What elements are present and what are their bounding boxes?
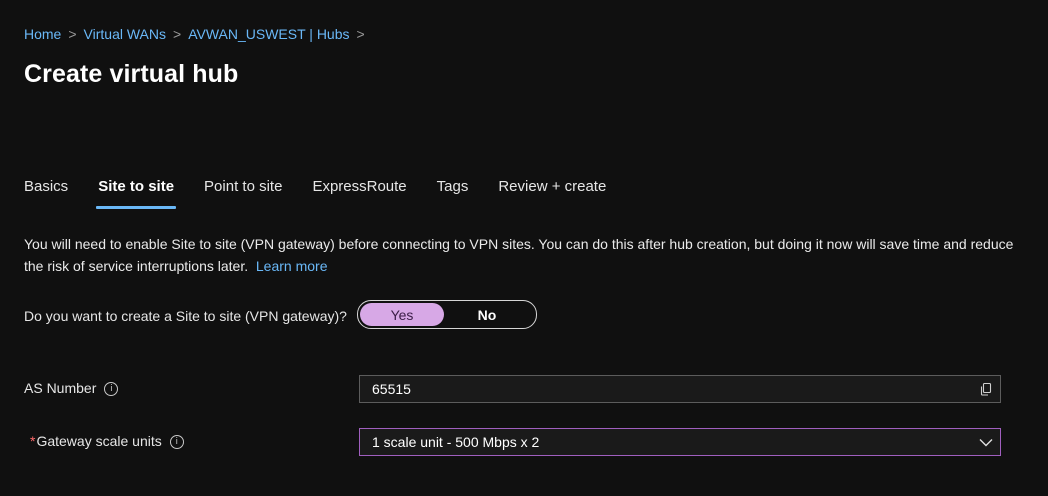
scale-units-label: * Gateway scale units i — [30, 432, 184, 451]
as-number-label-text: AS Number — [24, 380, 97, 396]
info-icon[interactable]: i — [169, 434, 184, 449]
required-mark: * — [30, 433, 36, 449]
tab-point-to-site[interactable]: Point to site — [204, 178, 282, 205]
scale-units-label-text: Gateway scale units — [36, 433, 162, 449]
as-number-value: 65515 — [372, 381, 411, 397]
create-gateway-toggle[interactable]: Yes No — [357, 300, 537, 329]
create-gateway-label: Do you want to create a Site to site (VP… — [24, 307, 354, 326]
breadcrumb-separator: > — [173, 26, 182, 42]
scale-units-select[interactable]: 1 scale unit - 500 Mbps x 2 — [359, 428, 1001, 456]
breadcrumb-home[interactable]: Home — [24, 26, 61, 42]
breadcrumb-separator: > — [356, 26, 365, 42]
breadcrumb-separator: > — [68, 26, 77, 42]
tab-tags[interactable]: Tags — [437, 178, 469, 205]
scale-units-value: 1 scale unit - 500 Mbps x 2 — [372, 434, 540, 450]
page: Home > Virtual WANs > AVWAN_USWEST | Hub… — [0, 0, 1048, 496]
as-number-field[interactable]: 65515 — [359, 375, 1001, 403]
breadcrumb-virtual-wans[interactable]: Virtual WANs — [84, 26, 166, 42]
tab-basics[interactable]: Basics — [24, 178, 68, 205]
tab-review-create[interactable]: Review + create — [498, 178, 606, 205]
tab-bar: Basics Site to site Point to site Expres… — [24, 178, 636, 209]
breadcrumb: Home > Virtual WANs > AVWAN_USWEST | Hub… — [24, 26, 372, 42]
create-gateway-label-text: Do you want to create a Site to site (VP… — [24, 308, 347, 324]
chevron-down-icon[interactable] — [972, 429, 1000, 455]
info-text: You will need to enable Site to site (VP… — [24, 236, 1014, 274]
info-icon[interactable]: i — [104, 381, 119, 396]
learn-more-link[interactable]: Learn more — [256, 258, 328, 274]
page-title: Create virtual hub — [24, 60, 239, 88]
tab-site-to-site[interactable]: Site to site — [96, 178, 176, 209]
toggle-yes-option[interactable]: Yes — [360, 303, 444, 326]
info-message: You will need to enable Site to site (VP… — [24, 233, 1024, 277]
as-number-label: AS Number i — [24, 379, 119, 398]
breadcrumb-hubs[interactable]: AVWAN_USWEST | Hubs — [188, 26, 349, 42]
copy-icon[interactable] — [972, 376, 1000, 402]
tab-expressroute[interactable]: ExpressRoute — [312, 178, 406, 205]
toggle-no-option[interactable]: No — [444, 303, 530, 326]
